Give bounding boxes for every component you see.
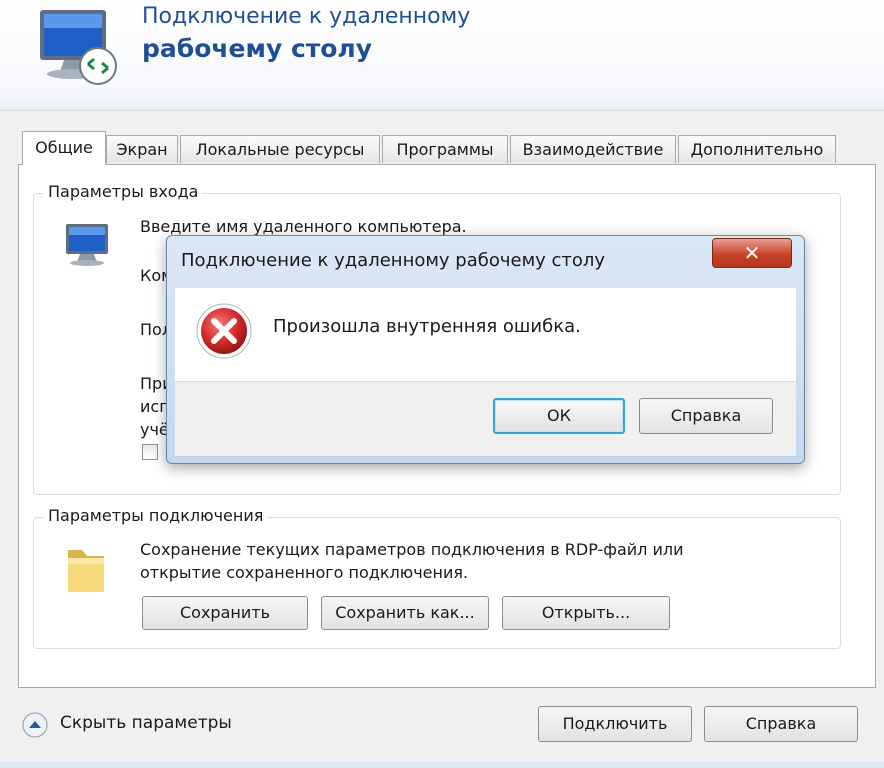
tab-advanced[interactable]: Дополнительно [678,135,836,163]
connection-group-title: Параметры подключения [44,506,268,525]
tab-experience[interactable]: Взаимодействие [510,135,676,163]
tab-local-resources[interactable]: Локальные ресурсы [180,135,380,163]
remote-desktop-icon [40,10,117,85]
chevron-up-icon [22,712,48,738]
login-group-title: Параметры входа [44,182,203,201]
header-title-line2: рабочему столу [142,34,373,63]
computer-name-prompt: Введите имя удаленного компьютера. [140,217,467,236]
open-button[interactable]: Открыть... [502,596,670,630]
dialog-message: Произошла внутренняя ошибка. [273,316,581,337]
ok-button[interactable]: ОК [493,398,625,434]
hide-options-label: Скрыть параметры [60,713,232,733]
window-header: Подключение к удаленному рабочему столу [0,0,884,111]
folder-icon [68,550,104,592]
tab-general[interactable]: Общие [22,131,106,165]
dialog-body: Произошла внутренняя ошибка. [175,288,796,381]
save-as-button[interactable]: Сохранить как... [321,596,489,630]
connection-desc-line2: открытие сохраненного подключения. [140,563,469,582]
dialog-title: Подключение к удаленному рабочему столу [181,250,606,271]
tab-display[interactable]: Экран [106,135,178,163]
window-bottom-edge [0,762,884,768]
help-button[interactable]: Справка [704,706,858,742]
credentials-note-line3: учё [140,420,169,439]
save-button[interactable]: Сохранить [142,596,308,630]
error-icon [196,303,252,359]
computer-icon [66,224,108,266]
save-credentials-checkbox[interactable] [142,444,158,460]
connection-settings-group: Параметры подключения Сохранение текущих… [33,506,841,649]
header-title-line1: Подключение к удаленному [142,4,471,29]
dialog-close-button[interactable]: ✕ [712,238,792,268]
tab-programs[interactable]: Программы [382,135,508,163]
connection-desc-line1: Сохранение текущих параметров подключени… [140,540,684,559]
close-icon: ✕ [743,241,761,265]
dialog-help-button[interactable]: Справка [639,398,773,434]
error-dialog: Подключение к удаленному рабочему столу … [166,235,805,464]
connect-button[interactable]: Подключить [538,706,692,742]
dialog-footer: ОК Справка [175,381,796,456]
